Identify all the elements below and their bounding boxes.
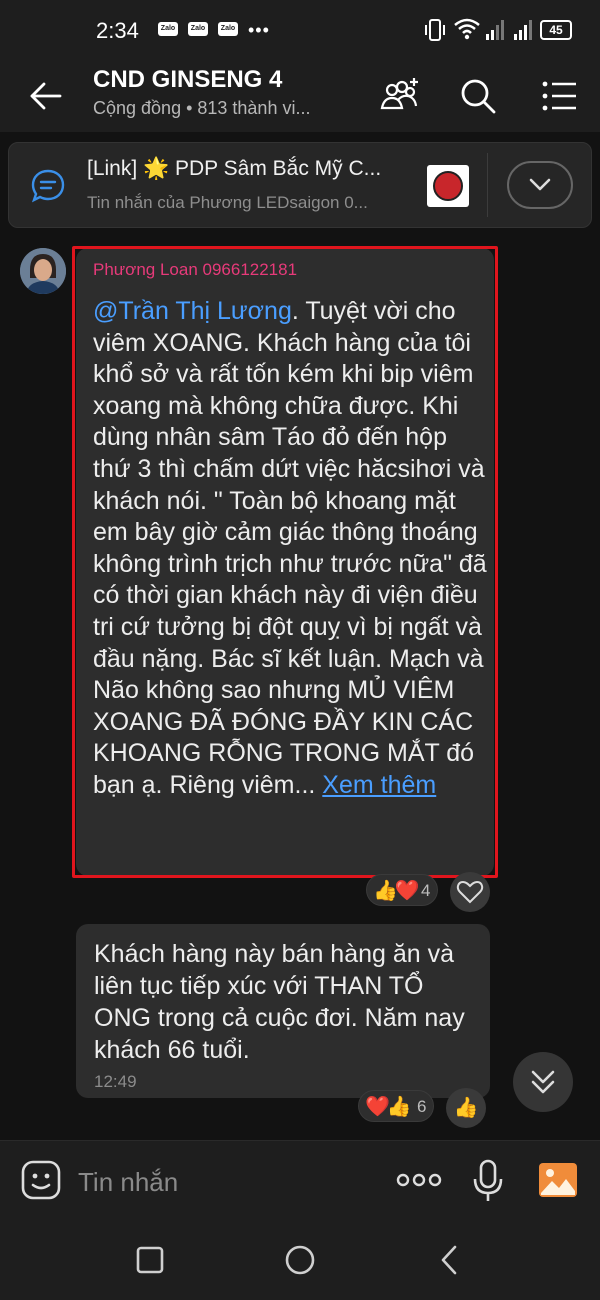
wifi-icon: [454, 18, 480, 40]
status-time: 2:34: [96, 18, 139, 43]
chat-bubble-icon: [31, 169, 65, 203]
chat-header: CND GINSENG 4 Cộng đồng • 813 thành vi..…: [0, 60, 600, 132]
zalo-notification-icon: Zalo: [218, 22, 238, 36]
status-bar: 2:34 Zalo Zalo Zalo ••• 45: [0, 0, 600, 60]
sender-name[interactable]: Phương Loan 0966122181: [93, 260, 297, 280]
zalo-notification-icon: Zalo: [188, 22, 208, 36]
add-member-icon[interactable]: [378, 74, 422, 118]
back-nav-icon[interactable]: [430, 1240, 470, 1280]
quick-like-button[interactable]: 👍: [446, 1088, 486, 1128]
menu-list-icon[interactable]: [538, 74, 582, 118]
reaction-emojis: 👍❤️: [373, 880, 420, 902]
scroll-to-bottom-button[interactable]: [513, 1052, 573, 1112]
avatar-image: [20, 248, 66, 294]
more-options-icon[interactable]: [394, 1165, 444, 1195]
expand-pinned-button[interactable]: [507, 161, 573, 209]
mention-link[interactable]: @Trần Thị Lương: [93, 297, 292, 325]
see-more-link[interactable]: Xem thêm: [322, 771, 436, 799]
reaction-summary[interactable]: ❤️👍 6: [358, 1090, 434, 1122]
double-chevron-down-icon: [531, 1070, 555, 1094]
react-heart-button[interactable]: [450, 872, 490, 912]
pinned-thumbnail: [427, 165, 469, 207]
battery-icon: 45: [540, 20, 572, 40]
back-arrow-icon[interactable]: [26, 76, 66, 116]
group-subtitle[interactable]: Cộng đồng • 813 thành vi...: [93, 98, 310, 119]
signal-icon: [514, 20, 532, 40]
vibrate-icon: [425, 19, 445, 41]
pinned-subtitle: Tin nhắn của Phương LEDsaigon 0...: [87, 193, 368, 212]
home-icon[interactable]: [280, 1240, 320, 1280]
system-nav-bar: [0, 1222, 600, 1300]
message-input[interactable]: [78, 1163, 378, 1201]
brand-logo-icon: [433, 171, 463, 201]
sticker-emoji-icon[interactable]: [20, 1159, 62, 1201]
reaction-count: 6: [417, 1097, 427, 1116]
microphone-icon[interactable]: [470, 1157, 506, 1205]
search-icon[interactable]: [456, 74, 500, 118]
sender-avatar[interactable]: [20, 248, 66, 294]
more-notifications-icon: •••: [248, 20, 270, 40]
image-gallery-icon[interactable]: [537, 1159, 579, 1201]
message-text: Khách hàng này bán hàng ăn và liên tục t…: [94, 940, 465, 1064]
pinned-title: [Link] 🌟 PDP Sâm Bắc Mỹ C...: [87, 157, 382, 180]
chevron-down-icon: [529, 178, 551, 191]
reaction-emojis: ❤️👍: [365, 1096, 412, 1118]
zalo-notification-icon: Zalo: [158, 22, 178, 36]
message-body: . Tuyệt vời cho viêm XOANG. Khách hàng c…: [93, 297, 487, 799]
group-title[interactable]: CND GINSENG 4: [93, 66, 282, 94]
divider: [487, 153, 488, 217]
reaction-count: 4: [421, 881, 431, 900]
heart-outline-icon: [456, 880, 484, 904]
message-input-bar: [0, 1140, 600, 1222]
message-text: @Trần Thị Lương. Tuyệt vời cho viêm XOAN…: [93, 296, 488, 802]
signal-icon: [486, 20, 504, 40]
pinned-message-bar[interactable]: [Link] 🌟 PDP Sâm Bắc Mỹ C... Tin nhắn củ…: [8, 142, 592, 228]
reaction-summary[interactable]: 👍❤️ 4: [366, 874, 438, 906]
recent-apps-icon[interactable]: [130, 1240, 170, 1280]
message-timestamp: 12:49: [94, 1072, 137, 1091]
